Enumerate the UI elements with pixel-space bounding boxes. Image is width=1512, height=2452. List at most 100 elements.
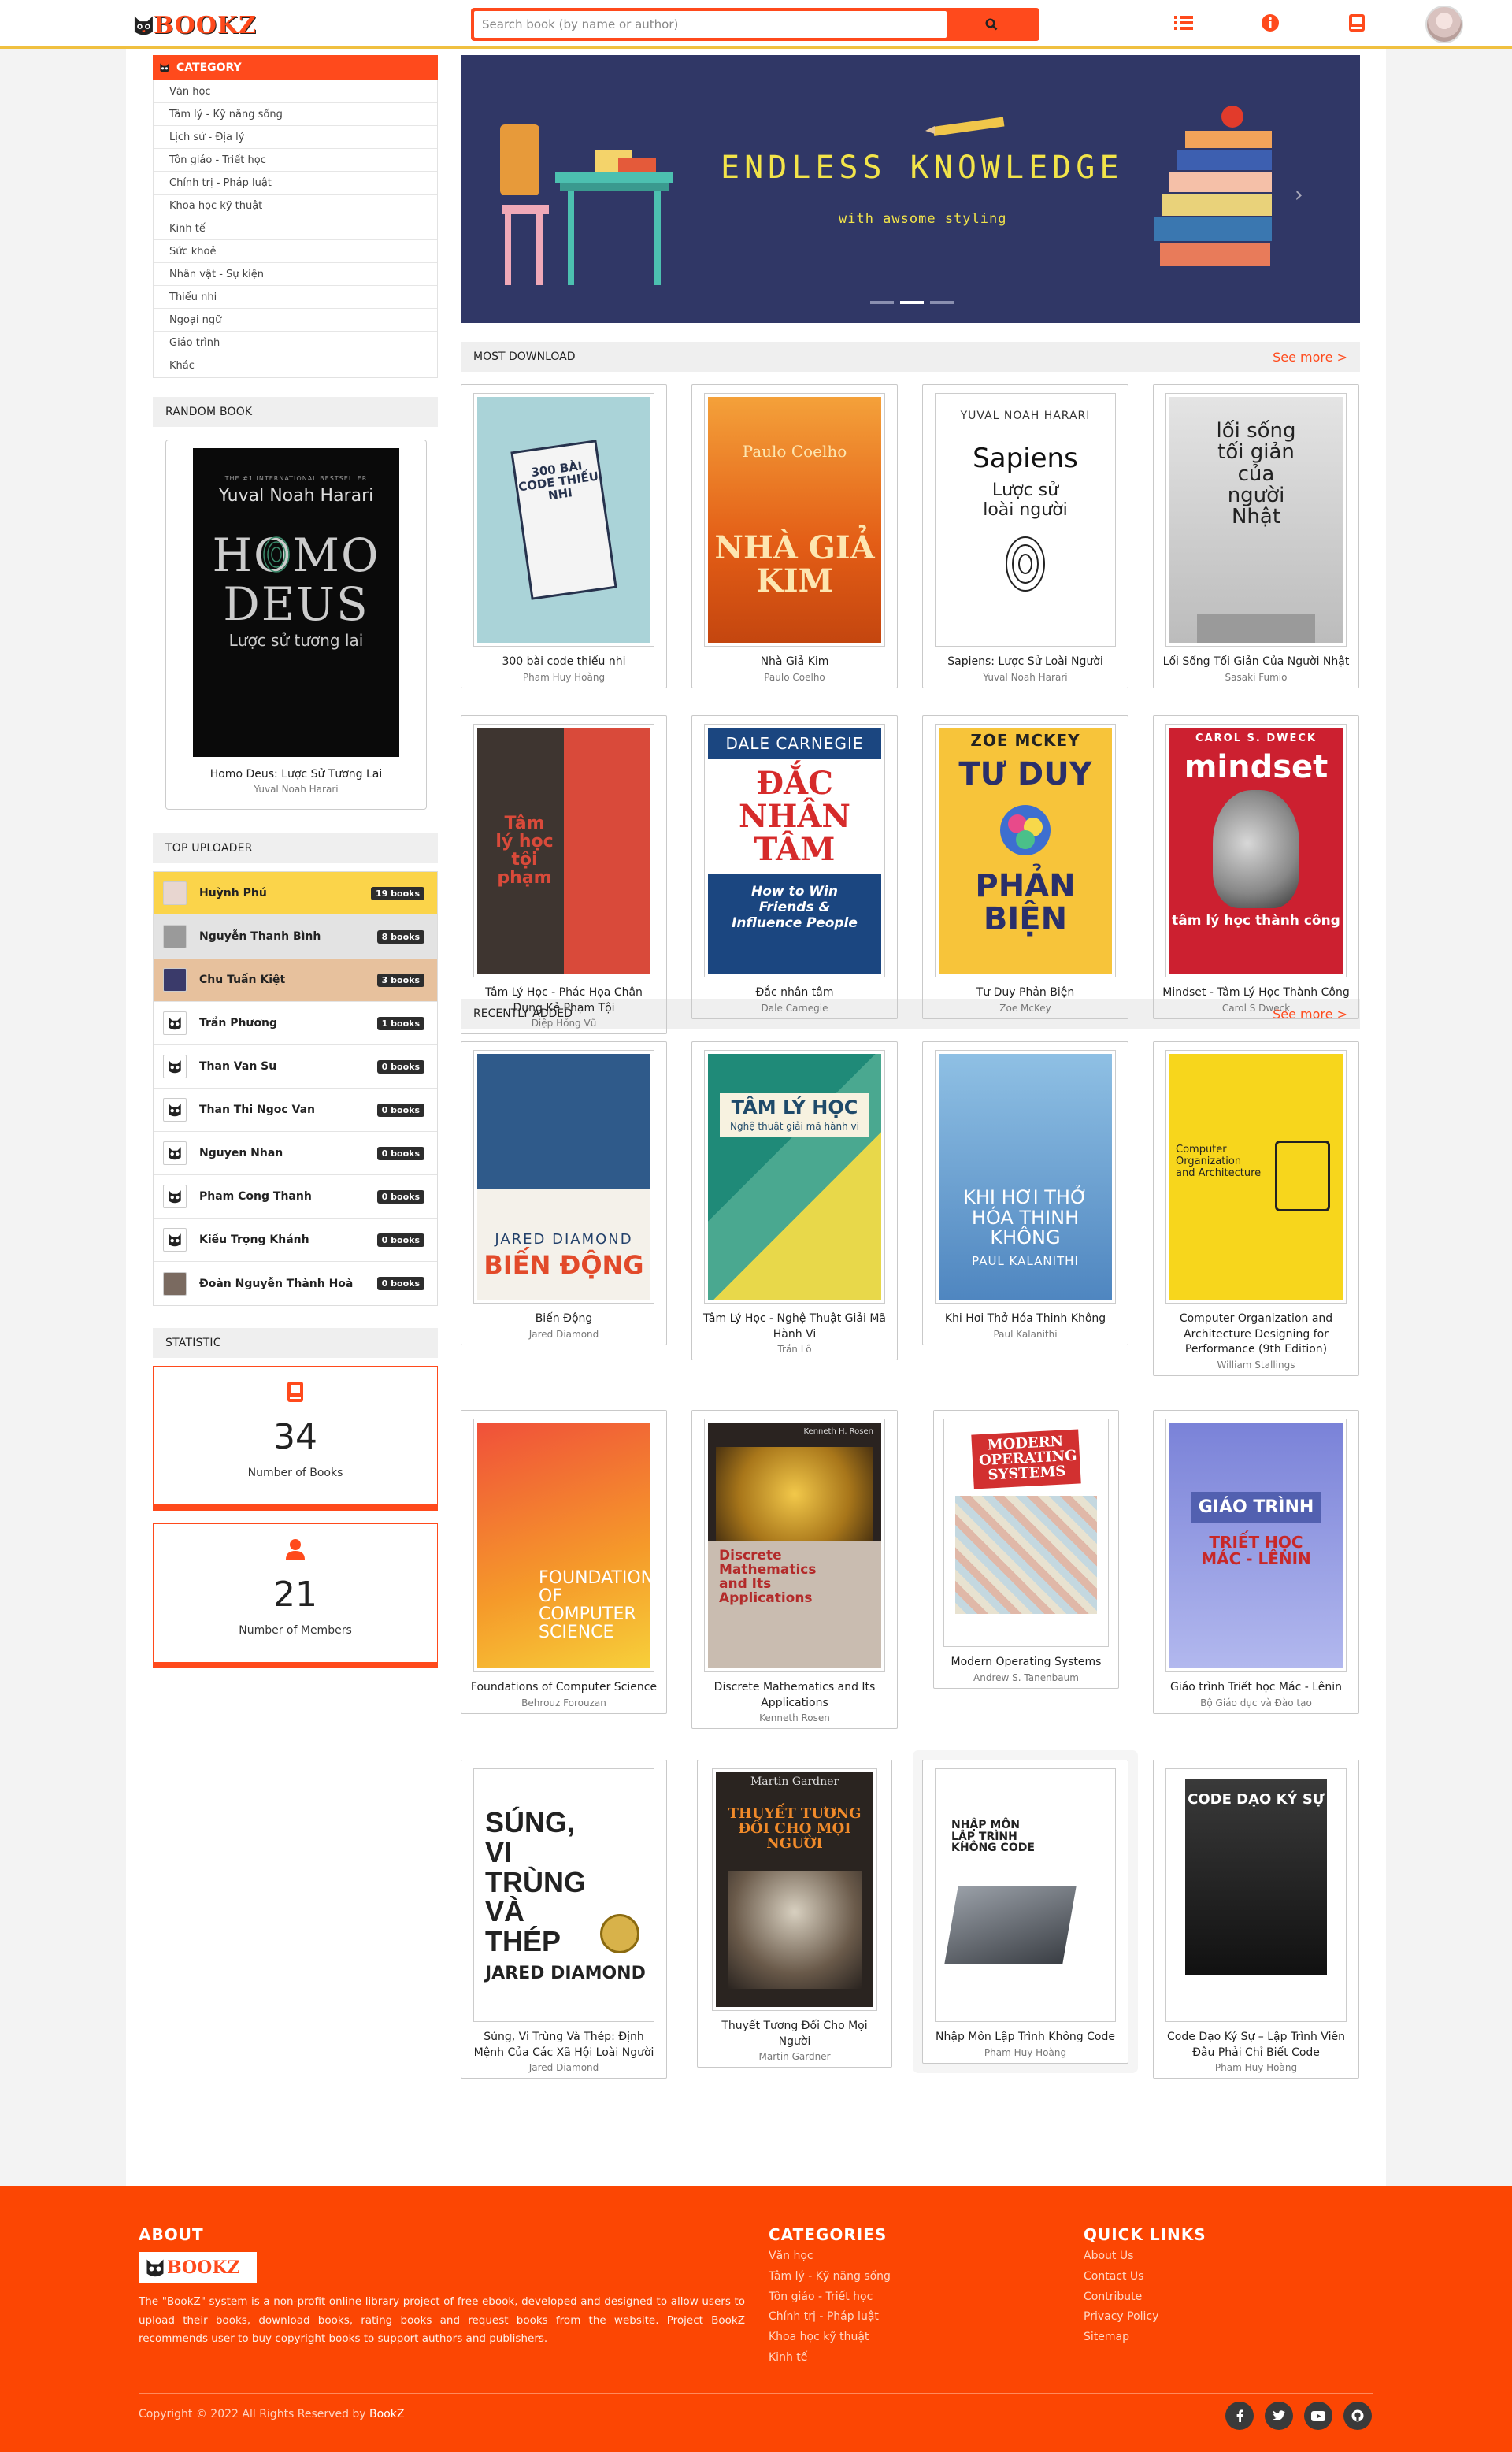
category-list: Văn học Tâm lý - Kỹ năng sống Lịch sử - … — [153, 80, 438, 378]
uploader-row[interactable]: Than Thi Ngoc Van 0 books — [154, 1089, 437, 1132]
book-card[interactable]: lối sống tối giản của người Nhật Lối Sốn… — [1153, 384, 1359, 688]
book-card[interactable]: CAROL S. DWECK mindset tâm lý học thành … — [1153, 715, 1359, 1019]
uploader-row[interactable]: Nguyễn Thanh Bình 8 books — [154, 915, 437, 959]
carousel-next-arrow[interactable]: › — [1295, 181, 1303, 207]
book-title[interactable]: Tư Duy Phản Biện — [931, 985, 1120, 1001]
footer-quick-link[interactable]: Sitemap — [1084, 2328, 1320, 2347]
footer-quick-link[interactable]: Contact Us — [1084, 2268, 1320, 2287]
book-title[interactable]: Súng, Vi Trùng Và Thép: Định Mệnh Của Cá… — [469, 2030, 658, 2061]
book-title[interactable]: Đắc nhân tâm — [700, 985, 889, 1001]
random-book-card[interactable]: THE #1 INTERNATIONAL BESTSELLER Yuval No… — [165, 440, 427, 810]
carousel-dot[interactable] — [870, 301, 894, 304]
hero-carousel[interactable]: ENDLESS KNOWLEDGE with awsome styling › — [461, 55, 1360, 323]
book-title[interactable]: Modern Operating Systems — [942, 1655, 1110, 1671]
book-card[interactable]: ZOE MCKEY TƯ DUY PHẢN BIỆN Tư Duy Phản B… — [922, 715, 1128, 1019]
uploader-row[interactable]: Pham Cong Thanh 0 books — [154, 1175, 437, 1219]
book-card[interactable]: DALE CARNEGIE ĐẮC NHÂN TÂM How to Win Fr… — [691, 715, 898, 1019]
book-card[interactable]: GIÁO TRÌNH TRIẾT HỌC MÁC - LÊNIN Giáo tr… — [1153, 1410, 1359, 1714]
category-item[interactable]: Giáo trình — [154, 332, 437, 354]
book-title[interactable]: 300 bài code thiếu nhi — [469, 655, 658, 670]
uploader-row[interactable]: Huỳnh Phú 19 books — [154, 872, 437, 915]
book-card[interactable]: CODE DẠO KÝ SỰ Code Dạo Ký Sự – Lập Trìn… — [1153, 1760, 1359, 2079]
book-card[interactable]: JARED DIAMOND BIẾN ĐỘNG Biến Động Jared … — [461, 1041, 667, 1345]
book-title[interactable]: Nhập Môn Lập Trình Không Code — [931, 2030, 1120, 2046]
footer-category-link[interactable]: Chính trị - Pháp luật — [769, 2308, 1005, 2327]
category-item[interactable]: Lịch sử - Địa lý — [154, 126, 437, 149]
bookz-logo[interactable]: BOOKZ — [131, 8, 257, 43]
youtube-icon[interactable] — [1304, 2402, 1332, 2430]
book-card[interactable]: 300 BÀI CODE THIẾU NHI 300 bài code thiế… — [461, 384, 667, 688]
uploader-name: Than Thi Ngoc Van — [199, 1104, 316, 1116]
book-title[interactable]: Giáo trình Triết học Mác - Lênin — [1162, 1680, 1351, 1696]
book-title[interactable]: Sapiens: Lược Sử Loài Người — [931, 655, 1120, 670]
uploader-row[interactable]: Chu Tuấn Kiệt 3 books — [154, 959, 437, 1002]
category-item[interactable]: Thiếu nhi — [154, 286, 437, 309]
footer-category-link[interactable]: Khoa học kỹ thuật — [769, 2328, 1005, 2347]
book-card[interactable]: SÚNG, VI TRÙNG VÀ THÉP JARED DIAMOND Sún… — [461, 1760, 667, 2079]
category-item[interactable]: Khác — [154, 354, 437, 377]
uploader-avatar — [163, 1271, 187, 1296]
footer-quick-link[interactable]: Contribute — [1084, 2288, 1320, 2307]
book-title[interactable]: Khi Hơi Thở Hóa Thinh Không — [931, 1311, 1120, 1327]
search-button[interactable] — [947, 11, 1036, 38]
book-card[interactable]: MODERN OPERATING SYSTEMS Modern Operatin… — [933, 1410, 1119, 1689]
category-item[interactable]: Tôn giáo - Triết học — [154, 149, 437, 172]
book-card[interactable]: Martin Gardner THUYẾT TƯƠNG ĐỐI CHO MỌI … — [697, 1760, 892, 2068]
book-author: Behrouz Forouzan — [521, 1697, 606, 1708]
see-more-link[interactable]: See more > — [1273, 350, 1347, 365]
user-avatar[interactable] — [1425, 6, 1463, 43]
copyright-brand-link[interactable]: BookZ — [369, 2408, 404, 2420]
book-title[interactable]: Biến Động — [469, 1311, 658, 1327]
book-title[interactable]: Foundations of Computer Science — [469, 1680, 658, 1696]
book-card[interactable]: Kenneth H. Rosen Discrete Mathematics an… — [691, 1410, 898, 1730]
github-icon[interactable] — [1343, 2402, 1372, 2430]
category-item[interactable]: Tâm lý - Kỹ năng sống — [154, 103, 437, 126]
category-item[interactable]: Chính trị - Pháp luật — [154, 172, 437, 195]
book-card[interactable]: Paulo Coelho NHÀ GIẢ KIM Nhà Giả Kim Pau… — [691, 384, 898, 688]
book-card[interactable]: Computer Organization and Architecture C… — [1153, 1041, 1359, 1376]
book-title[interactable]: Tâm Lý Học - Nghệ Thuật Giải Mã Hành Vi — [700, 1311, 889, 1342]
footer-quick-link[interactable]: Privacy Policy — [1084, 2308, 1320, 2327]
category-item[interactable]: Văn học — [154, 80, 437, 103]
book-title[interactable]: Mindset - Tâm Lý Học Thành Công — [1162, 985, 1351, 1001]
search-input[interactable] — [474, 11, 947, 38]
random-book-title[interactable]: Homo Deus: Lược Sử Tương Lai — [174, 768, 418, 781]
book-card[interactable]: YUVAL NOAH HARARI Sapiens Lược sử loài n… — [922, 384, 1128, 688]
info-icon[interactable] — [1258, 11, 1282, 35]
book-title[interactable]: Code Dạo Ký Sự – Lập Trình Viên Đâu Phải… — [1162, 2030, 1351, 2061]
book-icon[interactable] — [1345, 11, 1369, 35]
uploader-row[interactable]: Kiều Trọng Khánh 0 books — [154, 1219, 437, 1262]
book-title[interactable]: Nhà Giả Kim — [700, 655, 889, 670]
book-title[interactable]: Tâm Lý Học - Phác Họa Chân Dung Kẻ Phạm … — [469, 985, 658, 1016]
book-title[interactable]: Lối Sống Tối Giản Của Người Nhật — [1162, 655, 1351, 670]
footer-quick-link[interactable]: About Us — [1084, 2247, 1320, 2266]
uploader-row[interactable]: Đoàn Nguyễn Thành Hoà 0 books — [154, 1262, 437, 1305]
book-card[interactable]: Tâm lý học tội phạm Tâm Lý Học - Phác Họ… — [461, 715, 667, 1035]
book-card[interactable]: TÂM LÝ HỌC Nghệ thuật giải mã hành vi Tâ… — [691, 1041, 898, 1361]
footer-category-link[interactable]: Văn học — [769, 2247, 1005, 2266]
carousel-dot-active[interactable] — [900, 301, 924, 304]
uploader-row[interactable]: Than Van Su 0 books — [154, 1045, 437, 1089]
book-title[interactable]: Thuyết Tương Đối Cho Mọi Người — [706, 2019, 884, 2050]
uploader-row[interactable]: Trần Phương 1 books — [154, 1002, 437, 1045]
category-item[interactable]: Sức khoẻ — [154, 240, 437, 263]
facebook-icon[interactable] — [1225, 2402, 1254, 2430]
book-title[interactable]: Computer Organization and Architecture D… — [1162, 1311, 1351, 1358]
footer-logo[interactable]: BOOKZ — [139, 2252, 257, 2283]
footer-category-link[interactable]: Tôn giáo - Triết học — [769, 2288, 1005, 2307]
book-title[interactable]: Discrete Mathematics and Its Application… — [700, 1680, 889, 1711]
category-item[interactable]: Nhân vật - Sự kiện — [154, 263, 437, 286]
twitter-icon[interactable] — [1265, 2402, 1293, 2430]
book-card[interactable]: FOUNDATIONS OF COMPUTER SCIENCE Foundati… — [461, 1410, 667, 1714]
list-icon[interactable] — [1172, 11, 1195, 35]
book-card[interactable]: NHẬP MÔN LẬP TRÌNH KHÔNG CODE Nhập Môn L… — [922, 1760, 1128, 2064]
category-item[interactable]: Khoa học kỹ thuật — [154, 195, 437, 217]
footer-category-link[interactable]: Kinh tế — [769, 2349, 1005, 2368]
carousel-dot[interactable] — [930, 301, 954, 304]
category-item[interactable]: Ngoại ngữ — [154, 309, 437, 332]
uploader-row[interactable]: Nguyen Nhan 0 books — [154, 1132, 437, 1175]
cover-author: JARED DIAMOND — [495, 1231, 633, 1248]
book-card[interactable]: KHI HƠI THỞ HÓA THINH KHÔNG PAUL KALANIT… — [922, 1041, 1128, 1345]
footer-category-link[interactable]: Tâm lý - Kỹ năng sống — [769, 2268, 1005, 2287]
category-item[interactable]: Kinh tế — [154, 217, 437, 240]
